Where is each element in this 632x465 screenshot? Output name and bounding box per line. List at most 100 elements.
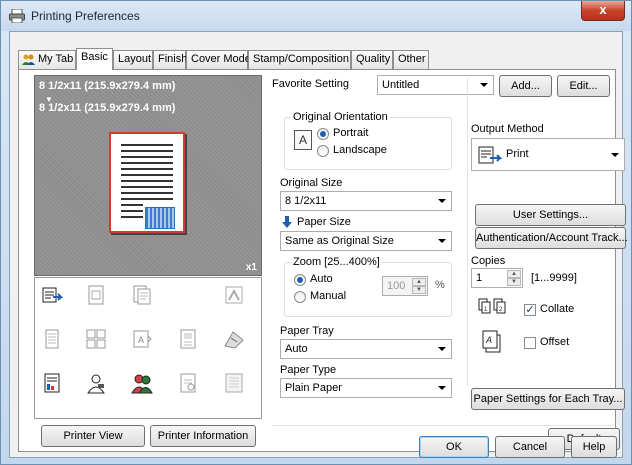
zoom-auto-label: Auto <box>310 273 333 285</box>
zoom-value-stepper: 100 ▲ ▼ <box>382 276 428 296</box>
original-orientation-group: Original Orientation A Portrait Landscap… <box>284 111 452 170</box>
chevron-down-icon <box>438 386 446 390</box>
zoom-manual-radio[interactable] <box>294 291 306 303</box>
stepper-down-icon: ▼ <box>412 286 426 294</box>
authentication-account-track-button[interactable]: Authentication/Account Track... <box>475 227 628 249</box>
tab-other[interactable]: Other <box>393 50 429 69</box>
printer-icon <box>9 9 25 23</box>
add-favorite-button[interactable]: Add... <box>499 75 552 97</box>
favorite-setting-label: Favorite Setting <box>272 78 350 90</box>
output-method-value: Print <box>506 148 529 160</box>
paper-type-value: Plain Paper <box>285 382 342 394</box>
paper-settings-for-each-tray-button[interactable]: Paper Settings for Each Tray... <box>471 388 625 410</box>
chevron-down-icon <box>438 239 446 243</box>
favorite-setting-value: Untitled <box>382 79 420 91</box>
single-page-icon[interactable] <box>41 328 63 350</box>
paper-size-dropdown[interactable]: Same as Original Size <box>280 231 452 251</box>
landscape-radio[interactable] <box>317 145 329 157</box>
offset-checkbox[interactable] <box>524 337 536 349</box>
print-output-icon[interactable] <box>41 284 63 306</box>
offset-icon: A <box>482 330 501 353</box>
account-track-icon[interactable] <box>131 372 153 394</box>
print-output-icon <box>478 146 502 164</box>
tab-layout[interactable]: Layout <box>113 50 153 69</box>
collate-label: Collate <box>540 303 575 315</box>
function-icon-grid: A <box>34 277 262 419</box>
zoom-unit: % <box>435 279 445 291</box>
tab-my-tab[interactable]: My Tab <box>18 50 76 69</box>
blue-down-arrow-icon <box>282 216 292 228</box>
paper-thumbnail <box>109 132 185 233</box>
secure-print-icon[interactable] <box>177 372 199 394</box>
document-stack-icon[interactable] <box>223 372 245 394</box>
copies-range: [1...9999] <box>531 272 577 284</box>
chevron-down-icon <box>480 83 488 87</box>
paper-tray-label: Paper Tray <box>280 325 334 337</box>
stamp-icon[interactable] <box>223 284 245 306</box>
original-size-dropdown[interactable]: 8 1/2x11 <box>280 191 452 211</box>
cancel-button[interactable]: Cancel <box>495 436 565 458</box>
collate-icon: 12 <box>478 298 506 314</box>
chevron-down-icon <box>611 153 619 157</box>
copies-badge: x1 <box>245 262 257 273</box>
landscape-label: Landscape <box>333 144 387 156</box>
paper-tray-dropdown[interactable]: Auto <box>280 339 452 359</box>
printer-view-button[interactable]: Printer View <box>41 425 145 447</box>
chevron-down-icon <box>438 347 446 351</box>
paper-type-dropdown[interactable]: Plain Paper <box>280 378 452 398</box>
zoom-auto-radio[interactable] <box>294 274 306 286</box>
zoom-title: Zoom [25...400%] <box>291 256 382 268</box>
tab-stamp-composition[interactable]: Stamp/Composition <box>248 50 351 69</box>
people-icon <box>22 54 35 65</box>
stepper-buttons: ▲ ▼ <box>412 278 426 294</box>
watermark-icon[interactable] <box>85 284 107 306</box>
printer-information-button[interactable]: Printer Information <box>150 425 256 447</box>
zoom-manual-label: Manual <box>310 290 347 302</box>
duplex-icon[interactable] <box>131 284 153 306</box>
offset-label: Offset <box>540 336 570 348</box>
booklet-icon[interactable]: A <box>131 328 153 350</box>
original-orientation-title: Original Orientation <box>291 111 390 123</box>
zoom-value: 100 <box>387 280 406 292</box>
page-preview: 8 1/2x11 (215.9x279.4 mm) ▼ 8 1/2x11 (21… <box>34 75 262 276</box>
paper-type-label: Paper Type <box>280 364 337 376</box>
bottom-divider <box>272 425 614 426</box>
ok-button[interactable]: OK <box>419 436 489 458</box>
basic-tab-panel: 8 1/2x11 (215.9x279.4 mm) ▼ 8 1/2x11 (21… <box>18 69 628 452</box>
edit-favorite-button[interactable]: Edit... <box>557 75 610 97</box>
collate-checkbox[interactable]: ✓ <box>524 304 536 316</box>
poster-icon[interactable] <box>177 328 199 350</box>
portrait-label: Portrait <box>333 127 369 139</box>
user-auth-icon[interactable] <box>85 372 107 394</box>
stepper-up-icon[interactable]: ▲ <box>507 270 521 278</box>
help-button[interactable]: Help <box>571 436 617 458</box>
output-method-dropdown[interactable]: Print <box>471 138 625 171</box>
tab-cover-mode[interactable]: Cover Mode <box>186 50 251 69</box>
copies-value: 1 <box>476 272 483 284</box>
portrait-radio[interactable] <box>317 128 329 140</box>
tab-finish[interactable]: Finish <box>153 50 187 69</box>
output-method-label: Output Method <box>471 123 544 135</box>
paper-size-label: Paper Size <box>297 216 351 228</box>
copies-stepper[interactable]: 1 ▲ ▼ <box>471 268 523 288</box>
staple-set-icon[interactable] <box>223 328 245 350</box>
preview-output-size: 8 1/2x11 (215.9x279.4 mm) <box>39 80 176 92</box>
user-settings-button[interactable]: User Settings... <box>475 204 626 226</box>
favorite-setting-dropdown[interactable]: Untitled <box>377 75 494 95</box>
stepper-down-icon[interactable]: ▼ <box>507 278 521 286</box>
svg-text:A: A <box>138 335 144 345</box>
column-divider <box>467 78 468 386</box>
color-page-icon[interactable] <box>41 372 63 394</box>
preview-paper-size: 8 1/2x11 (215.9x279.4 mm) <box>39 102 176 114</box>
title-bar[interactable]: Printing Preferences x <box>1 1 631 31</box>
zoom-group: Zoom [25...400%] Auto Manual 100 ▲ ▼ % <box>284 256 452 317</box>
chevron-down-icon <box>438 199 446 203</box>
window-title: Printing Preferences <box>31 9 140 23</box>
close-button[interactable]: x <box>581 1 625 21</box>
n-up-icon[interactable] <box>85 328 107 350</box>
tab-quality[interactable]: Quality <box>351 50 393 69</box>
tab-basic[interactable]: Basic <box>76 48 113 70</box>
tab-my-tab-label: My Tab <box>38 53 74 65</box>
stepper-buttons[interactable]: ▲ ▼ <box>507 270 521 286</box>
svg-text:A: A <box>485 335 492 345</box>
